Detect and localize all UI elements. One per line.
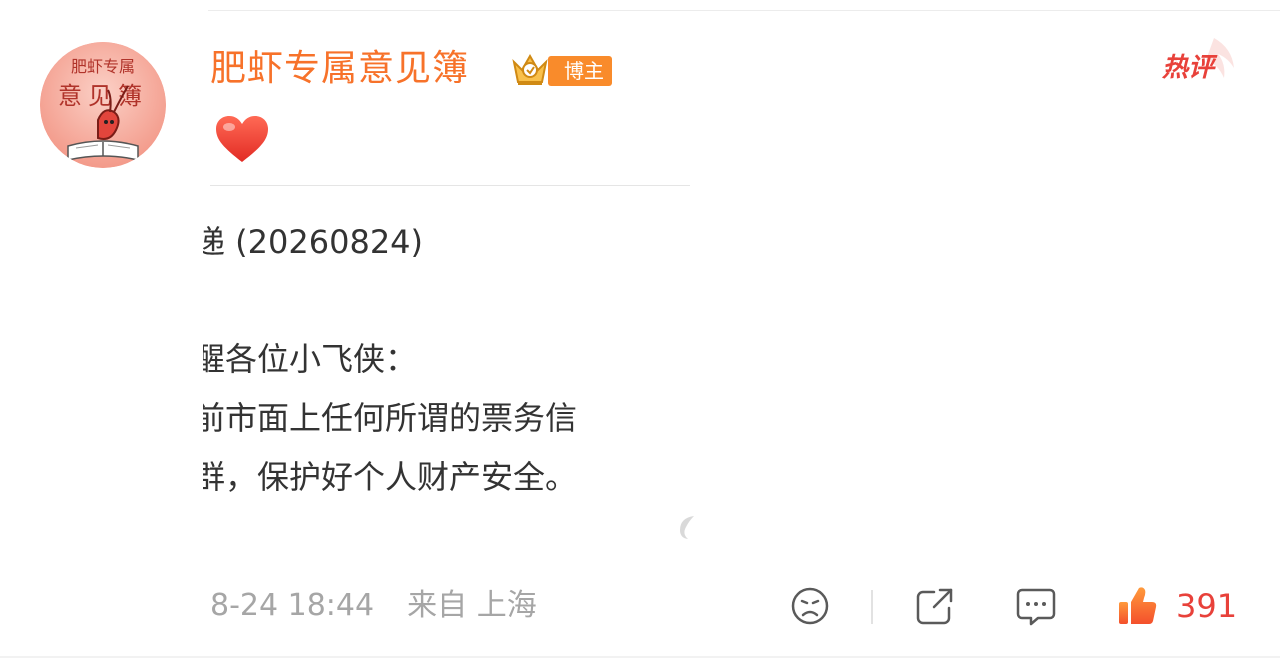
avatar-text-mid: 意见簿 [58, 82, 148, 110]
dislike-button[interactable] [790, 584, 830, 628]
comment-card: 肥虾专属 意见簿 肥虾专属意见簿 博主 热评 递 (20260824) 醒各位小… [0, 0, 1280, 661]
hot-tag-label: 热评 [1162, 53, 1215, 83]
quote-line-4: 群，保护好个人财产安全。 [203, 458, 578, 496]
like-count: 391 [1176, 587, 1238, 625]
top-divider [208, 10, 1280, 11]
comment-icon [1014, 584, 1058, 628]
like-icon [1116, 584, 1160, 628]
quoted-post-excerpt: 递 (20260824) 醒各位小飞侠： 前市面上任何所谓的票务信 群，保护好个… [203, 200, 697, 520]
bottom-divider [0, 656, 1280, 658]
action-separator [871, 590, 873, 624]
heart-icon [214, 114, 270, 166]
share-button[interactable] [914, 584, 956, 628]
username[interactable]: 肥虾专属意见簿 [210, 44, 469, 94]
comment-meta: 8-24 18:44 来自 上海 [210, 584, 537, 628]
share-icon [914, 584, 956, 628]
avatar-text-top: 肥虾专属 [71, 57, 135, 76]
avatar[interactable]: 肥虾专属 意见簿 [40, 42, 166, 168]
like-button[interactable] [1116, 584, 1160, 628]
blogger-badge: 博主 [548, 56, 612, 86]
location: 来自 上海 [407, 588, 537, 623]
comment-button[interactable] [1014, 584, 1058, 628]
watermark-icon [676, 512, 698, 542]
hot-comment-tag: 热评 [1162, 36, 1238, 90]
quote-line-3: 前市面上任何所谓的票务信 [203, 399, 578, 437]
quote-divider [210, 185, 690, 186]
dislike-icon [790, 584, 830, 628]
timestamp: 8-24 18:44 [210, 588, 375, 623]
quote-line-2: 醒各位小飞侠： [203, 340, 418, 378]
quote-line-1: 递 (20260824) [203, 223, 424, 261]
